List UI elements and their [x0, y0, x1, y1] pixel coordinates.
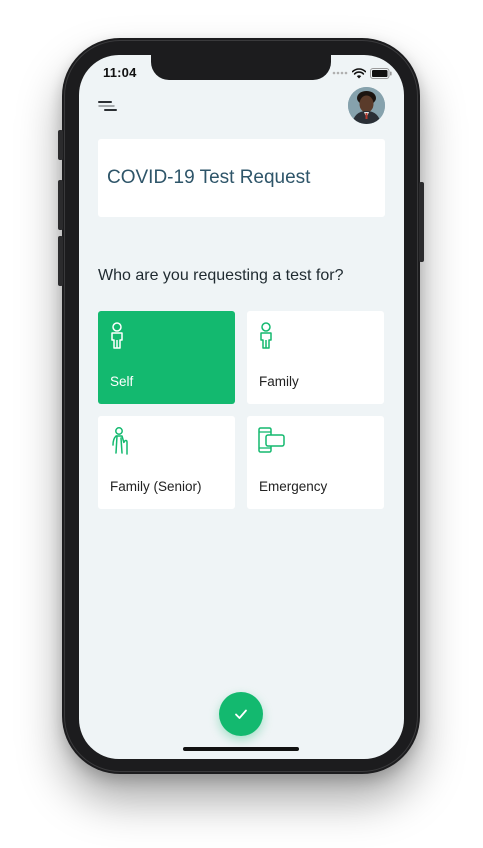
person-icon [260, 322, 272, 349]
menu-icon[interactable] [98, 99, 118, 113]
person-icon [111, 322, 123, 349]
question-text: Who are you requesting a test for? [98, 267, 344, 284]
option-label: Family [259, 374, 299, 389]
wifi-icon [352, 67, 366, 78]
volume-up-button [58, 180, 63, 230]
option-family[interactable]: Family [247, 311, 384, 404]
volume-down-button [58, 236, 63, 286]
option-label: Emergency [259, 479, 328, 494]
option-label: Family (Senior) [110, 479, 202, 494]
page-title: COVID-19 Test Request [107, 167, 311, 188]
phone-call-icon [258, 427, 285, 453]
avatar-photo [348, 87, 385, 124]
status-time: 11:04 [103, 65, 137, 80]
option-label: Self [110, 374, 134, 389]
option-emergency[interactable]: Emergency [247, 416, 384, 509]
option-family-senior[interactable]: Family (Senior) [98, 416, 235, 509]
notch [151, 55, 331, 80]
status-icons [332, 67, 392, 79]
signal-dots-icon [332, 71, 348, 75]
confirm-button[interactable] [219, 692, 263, 736]
battery-icon [370, 67, 392, 79]
app-screen: 11:04 COVID-19 Test Request Who are you … [79, 55, 404, 759]
checkmark-icon [235, 709, 247, 719]
power-button [419, 182, 424, 262]
option-self[interactable]: Self [98, 311, 235, 404]
mute-switch [58, 130, 63, 160]
title-card: COVID-19 Test Request [98, 139, 385, 217]
user-avatar[interactable] [348, 87, 385, 124]
senior-person-icon [112, 427, 128, 455]
home-indicator [183, 747, 299, 751]
